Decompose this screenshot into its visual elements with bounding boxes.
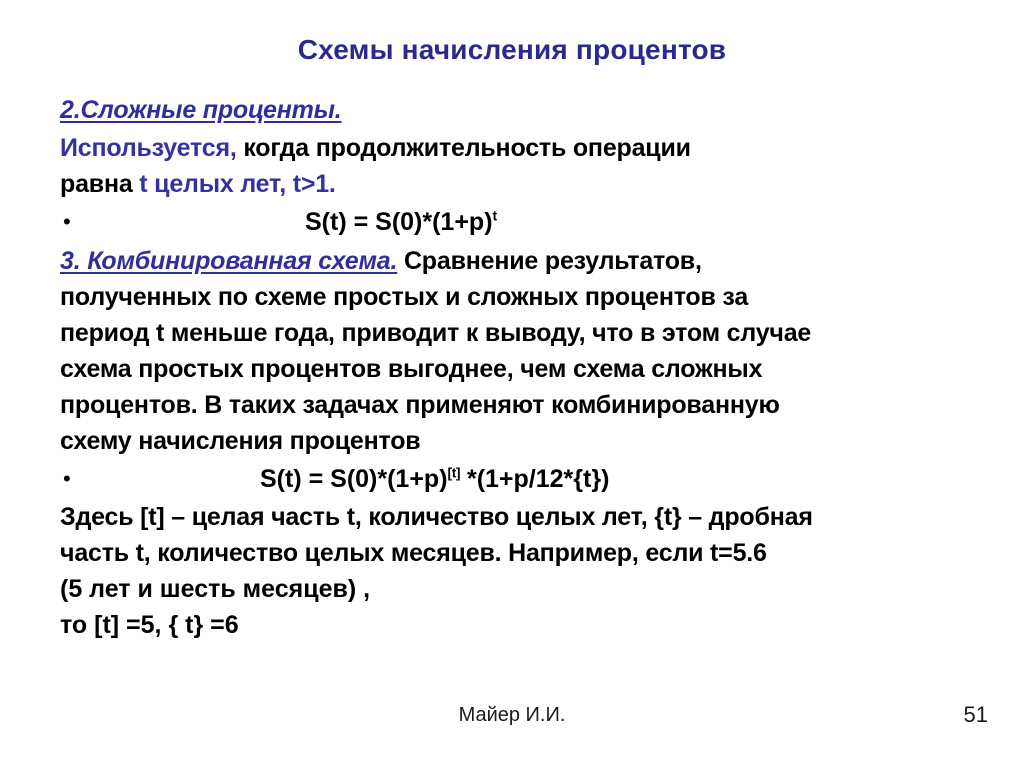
compound-interest-formula: S(t) = S(0)*(1+p)t xyxy=(305,202,980,242)
section-2-heading: 2.Сложные проценты. xyxy=(60,96,342,124)
section-2-line-2-black: равна xyxy=(60,170,140,198)
combined-formula-part-1: S(t) = S(0)*(1+p) xyxy=(260,465,448,493)
section-3-note-1: Здесь [t] – целая часть t, количество це… xyxy=(60,503,813,531)
section-3-note-4: то [t] =5, { t} =6 xyxy=(60,611,239,639)
section-3-line-2: полученных по схеме простых и сложных пр… xyxy=(60,283,749,311)
bullet-icon: • xyxy=(63,466,71,491)
bullet-icon: • xyxy=(63,209,71,234)
section-2-line-1-blue: Используется, xyxy=(60,134,237,162)
combined-formula-exponent: [t] xyxy=(447,464,461,481)
footer-page-number: 51 xyxy=(963,702,988,727)
compound-formula-text: S(t) = S(0)*(1+p) xyxy=(305,208,493,236)
section-3-heading-line: 3. Комбинированная схема. Сравнение резу… xyxy=(60,243,980,279)
section-2-heading-line: 2.Сложные проценты. xyxy=(60,92,980,128)
footer-author: Майер И.И. xyxy=(458,704,566,726)
section-2-line-1-black: когда продолжительность операции xyxy=(236,134,691,162)
slide-root: Схемы начисления процентов 2.Сложные про… xyxy=(0,0,1024,768)
compound-formula-row: • S(t) = S(0)*(1+p)t xyxy=(60,202,980,242)
section-3-line-5: процентов. В таких задачах применяют ком… xyxy=(60,391,780,419)
page-title: Схемы начисления процентов xyxy=(297,34,727,65)
section-3-note-3: (5 лет и шесть месяцев) , xyxy=(60,575,371,603)
section-3-intro: Сравнение результатов, xyxy=(397,247,702,275)
section-3-heading: 3. Комбинированная схема. xyxy=(60,247,398,275)
section-2-line-2: равна t целых лет, t>1. xyxy=(60,166,980,202)
compound-formula-exponent: t xyxy=(492,207,498,224)
section-3-line-6: схему начисления процентов xyxy=(60,427,421,455)
combined-scheme-formula: S(t) = S(0)*(1+p)[t] *(1+p/12*{t}) xyxy=(260,459,980,499)
section-3-line-4: схема простых процентов выгоднее, чем сх… xyxy=(60,355,763,383)
section-2-line-1: Используется, когда продолжительность оп… xyxy=(60,130,980,166)
section-2-line-2-blue: t целых лет, t>1. xyxy=(139,170,336,198)
combined-formula-part-2: *(1+p/12*{t}) xyxy=(460,465,610,493)
slide-body: 2.Сложные проценты. Используется, когда … xyxy=(60,92,980,643)
section-3-line-3: период t меньше года, приводит к выводу,… xyxy=(60,319,812,347)
combined-formula-row: • S(t) = S(0)*(1+p)[t] *(1+p/12*{t}) xyxy=(60,459,980,499)
section-3-note-2: часть t, количество целых месяцев. Напри… xyxy=(60,539,767,567)
